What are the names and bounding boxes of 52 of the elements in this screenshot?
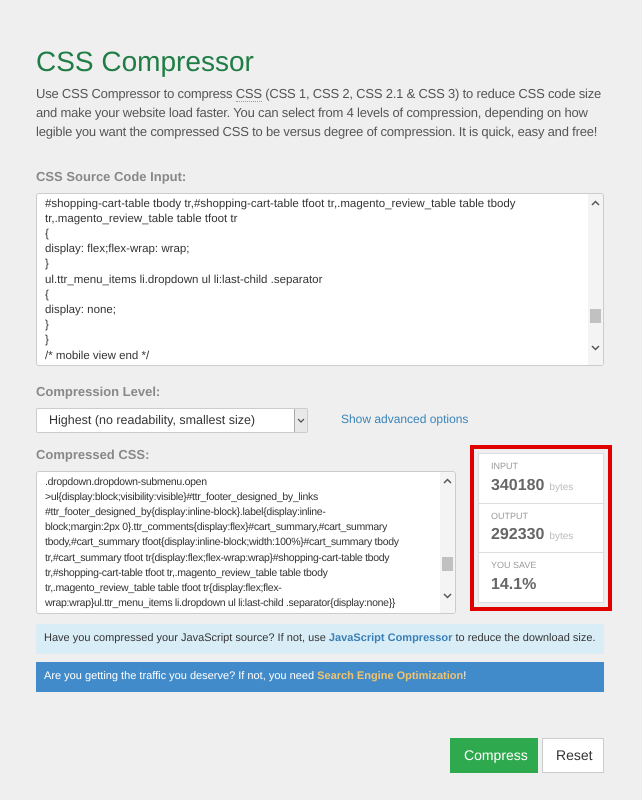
level-select[interactable]: Highest (no readability, smallest size) (36, 408, 308, 433)
code-line: display: flex;flex-wrap: wrap; (45, 242, 190, 258)
scroll-thumb[interactable] (442, 556, 453, 570)
code-line: } (45, 257, 50, 272)
field-label: Compression Level: (36, 382, 162, 401)
stat-value: 292330 (491, 525, 544, 546)
code-line: tr,.magento_review_table table tfoot tr{display:flex;flex- (45, 580, 282, 596)
reset-button[interactable]: Reset (542, 738, 604, 772)
compress-button[interactable]: Compress (450, 738, 538, 772)
code-line: } (45, 318, 50, 334)
stat-unit: bytes (549, 480, 574, 494)
code-line: { (45, 288, 50, 303)
code-line: tr,.magento_review_table table tfoot tr (45, 212, 238, 227)
notice-text: Are you getting the traffic you deserve? If not, you need Search Engine Optimization! (44, 669, 466, 684)
scroll-up-icon[interactable] (591, 200, 600, 206)
code-textarea[interactable] (36, 192, 604, 366)
code-line: wrap:wrap}ul.ttr_menu_items li.dropdown ul li:last-child .separator{display:none}} (45, 596, 396, 612)
code-line: tr,#shopping-cart-table tfoot tr,.magento_review_table table tbody (45, 566, 329, 581)
stat-value: 14.1% (491, 574, 536, 595)
code-line: #ttr_footer_designed_by{display:inline-block}.label{display:inline- (45, 504, 327, 520)
notice-link[interactable]: Search Engine Optimization (317, 670, 464, 682)
stat-value: 340180 (491, 476, 544, 496)
stat-label: INPUT (491, 460, 519, 473)
code-line: tbody,#cart_summary tfoot{display:inline-block;width:100%}#cart_summary tbody (45, 535, 400, 550)
code-textarea[interactable] (36, 470, 456, 614)
page-title: CSS Compressor (36, 45, 255, 79)
intro-paragraph: Use CSS Compressor to compress CSS (CSS 1, CSS 2, CSS 2.1 & CSS 3) to reduce CSS code size and make your website load faster. You can select from 4 levels of compression, depending on how legible you want the compressed CSS to be versus degree of compression. It is quick, easy and free! (36, 85, 602, 141)
code-line: display: none; (45, 302, 117, 318)
advanced-options-link[interactable]: Show advanced options (341, 410, 468, 428)
code-line: /* mobile view end */ (45, 348, 150, 364)
scroll-thumb[interactable] (590, 308, 601, 322)
code-line: >ul{display:block;visibility:visible}#ttr_footer_designed_by_links (45, 490, 319, 505)
code-line: tr,#cart_summary tfoot tr{display:flex;flex-wrap:wrap}#shopping-cart-table tbody (45, 550, 390, 566)
stat-unit: bytes (549, 530, 574, 544)
code-line: ul.ttr_menu_items li.dropdown ul li:last-child .separator (45, 272, 324, 288)
code-line: #shopping-cart-table tbody tr,#shopping-cart-table tfoot tr,.magento_review_table table tbody (45, 196, 517, 212)
notice-text: Have you compressed your JavaScript source? If not, use JavaScript Compressor to reduce the download size. (44, 631, 596, 646)
field-label: CSS Source Code Input: (36, 168, 188, 186)
stat-label: YOU SAVE (491, 559, 538, 572)
scroll-down-icon[interactable] (591, 344, 600, 350)
scrollbar[interactable] (440, 472, 455, 612)
notice-link[interactable]: JavaScript Compressor (328, 632, 452, 644)
code-line: } (45, 333, 50, 348)
code-line: { (45, 226, 50, 242)
scrollbar[interactable] (588, 194, 603, 364)
code-line: .dropdown.dropdown-submenu.open (45, 474, 208, 490)
code-line: block;margin:2px 0}.ttr_comments{display:flex}#cart_summary,#cart_summary (45, 520, 388, 536)
scroll-up-icon[interactable] (443, 478, 452, 484)
stat-label: OUTPUT (491, 510, 529, 523)
chevron-down-icon (297, 418, 305, 423)
field-label: Compressed CSS: (36, 446, 150, 464)
scroll-down-icon[interactable] (443, 592, 452, 598)
